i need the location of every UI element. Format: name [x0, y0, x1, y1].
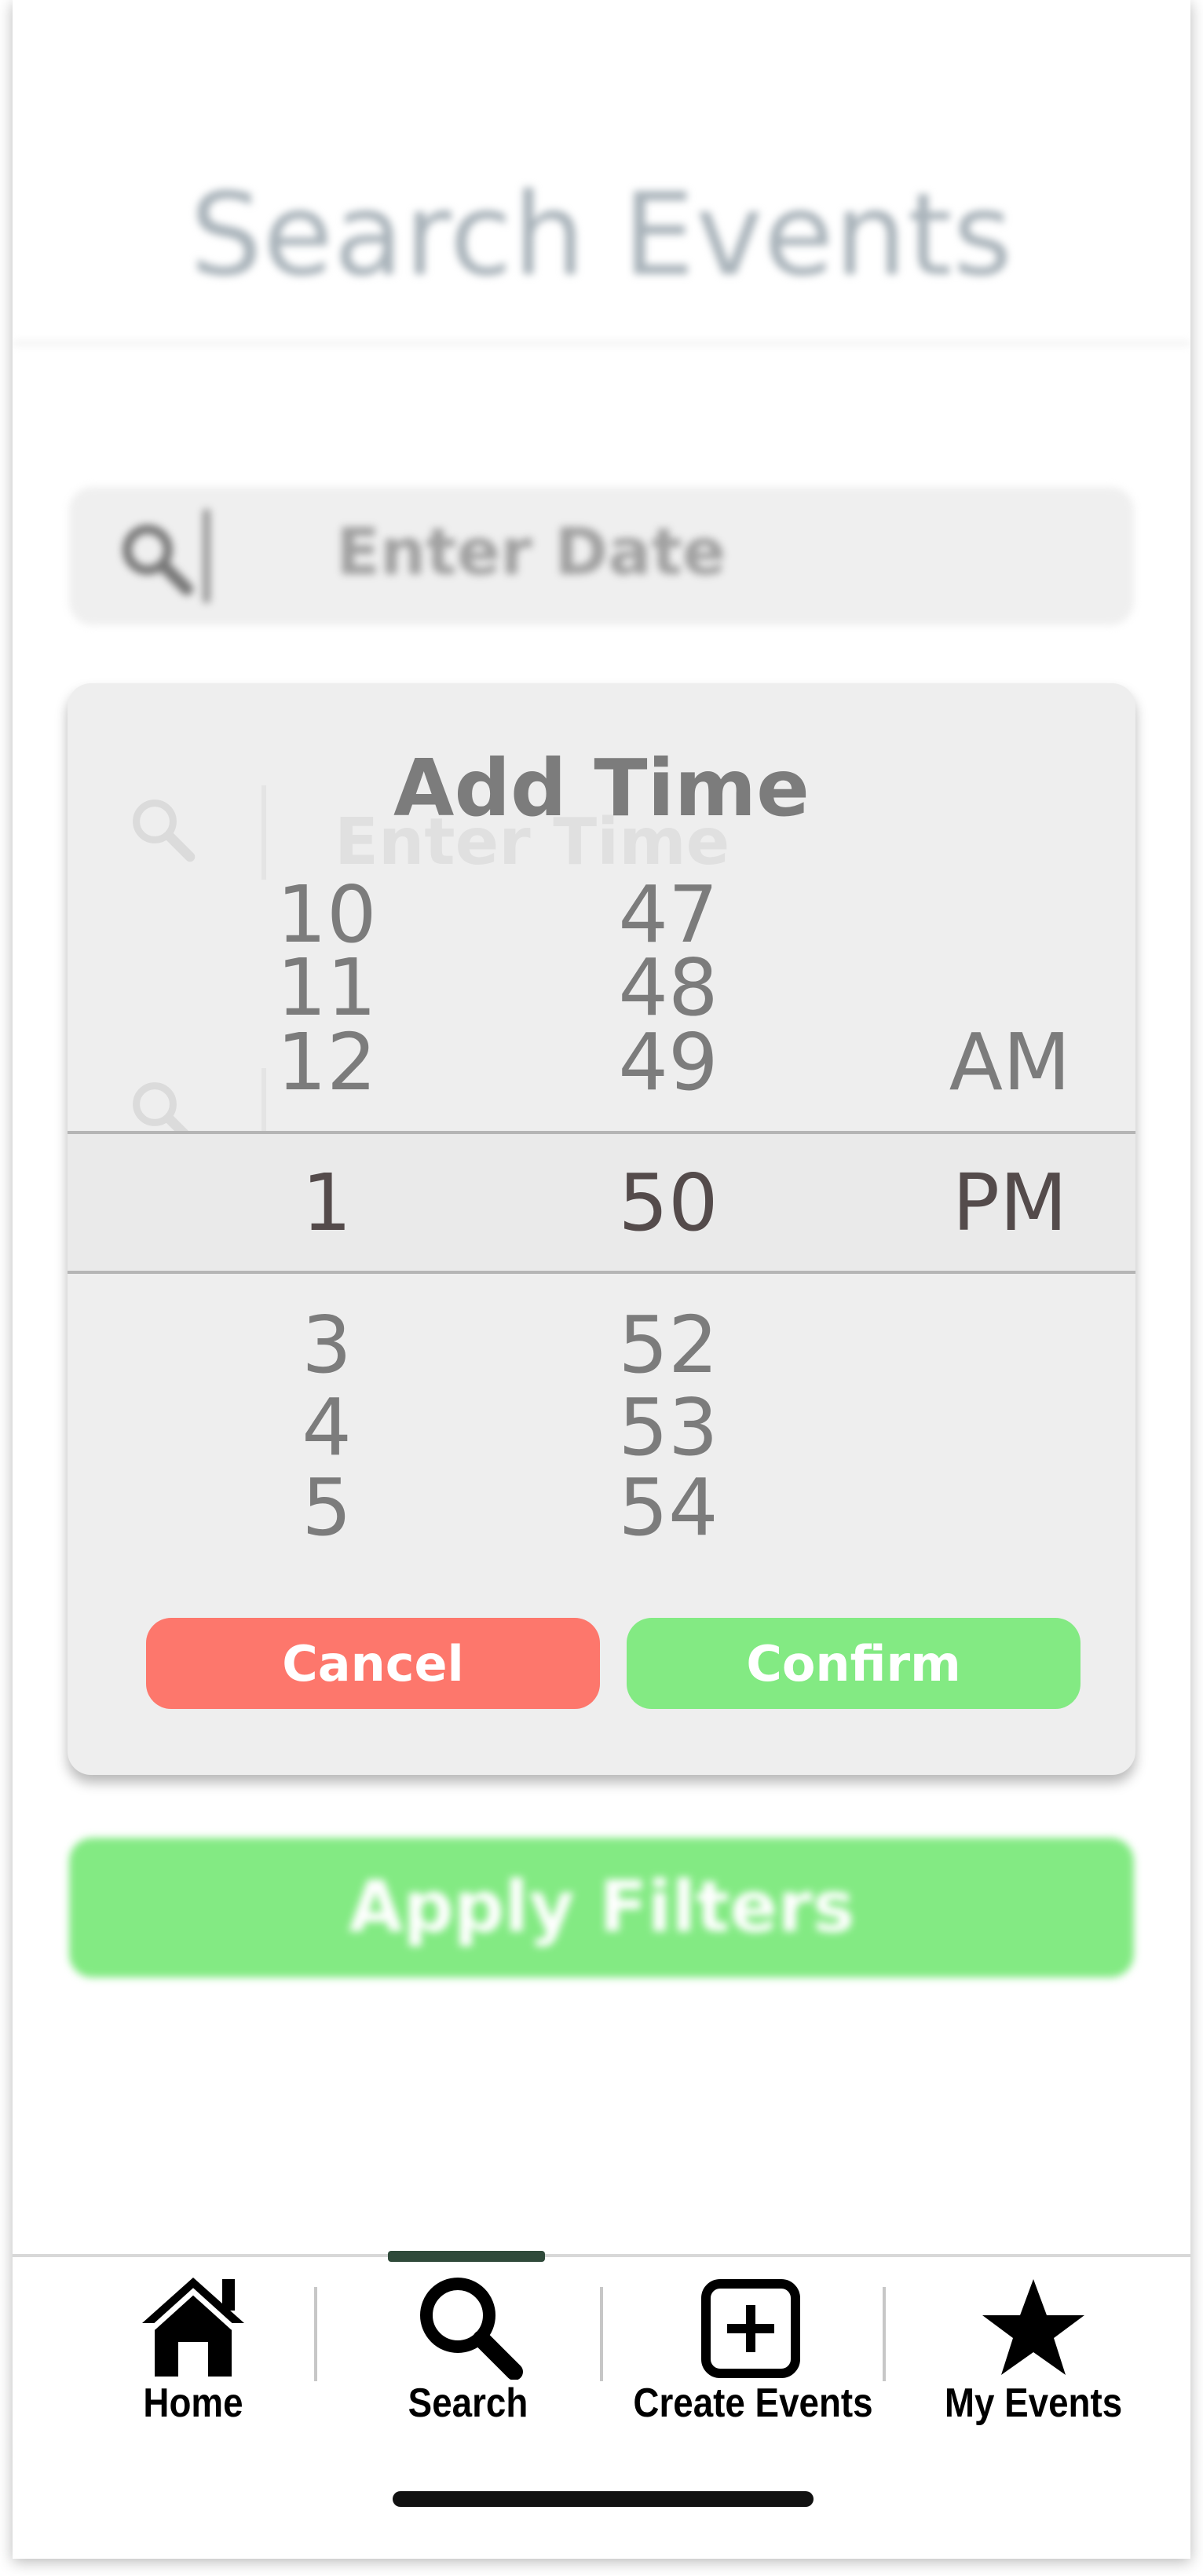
selected-ampm[interactable]: PM — [892, 1164, 1128, 1242]
nav-separator — [314, 2287, 317, 2381]
modal-title: Add Time — [393, 742, 810, 834]
page-title: Search Events — [189, 169, 1014, 302]
home-indicator-bar — [393, 2491, 814, 2507]
nav-separator — [600, 2287, 603, 2381]
active-tab-indicator — [388, 2251, 545, 2262]
search-icon — [420, 2278, 523, 2380]
hour-option[interactable]: 3 — [209, 1306, 444, 1385]
minute-option[interactable]: 49 — [550, 1023, 786, 1102]
hour-option[interactable]: 5 — [209, 1469, 444, 1547]
star-icon — [982, 2279, 1084, 2375]
nav-label: Search — [408, 2380, 528, 2426]
nav-create-events[interactable]: Create Events — [617, 2270, 884, 2466]
nav-label: Home — [143, 2380, 243, 2426]
selected-hour[interactable]: 1 — [209, 1164, 444, 1242]
cancel-button[interactable]: Cancel — [146, 1618, 600, 1709]
home-icon — [142, 2278, 244, 2377]
apply-filters-button[interactable]: Apply Filters — [69, 1838, 1134, 1978]
nav-my-events[interactable]: My Events — [916, 2270, 1151, 2466]
nav-home[interactable]: Home — [107, 2270, 280, 2466]
hour-option[interactable]: 11 — [209, 949, 444, 1027]
nav-search[interactable]: Search — [374, 2270, 562, 2466]
search-icon — [122, 525, 193, 595]
minute-option[interactable]: 52 — [550, 1306, 786, 1385]
hour-option[interactable]: 12 — [209, 1023, 444, 1102]
nav-label: Create Events — [633, 2380, 873, 2426]
minute-option[interactable]: 54 — [550, 1469, 786, 1547]
bottom-nav-divider — [13, 2254, 1190, 2257]
header-divider — [13, 342, 1190, 345]
nav-separator — [883, 2287, 886, 2381]
hour-option[interactable]: 4 — [209, 1389, 444, 1467]
minute-option[interactable]: 53 — [550, 1389, 786, 1467]
field-separator — [203, 509, 210, 603]
date-placeholder: Enter Date — [336, 515, 726, 590]
ampm-option[interactable]: AM — [892, 1023, 1128, 1102]
nav-label: My Events — [944, 2380, 1123, 2426]
date-search-field[interactable]: Enter Date — [69, 487, 1134, 625]
time-picker-modal: Enter Time Add Time 10 11 12 47 48 49 AM… — [68, 683, 1135, 1775]
plus-square-icon — [701, 2279, 800, 2378]
confirm-button[interactable]: Confirm — [627, 1618, 1081, 1709]
selected-minute[interactable]: 50 — [550, 1164, 786, 1242]
minute-option[interactable]: 48 — [550, 949, 786, 1027]
phone-screen: Search Events Enter Date Apply Filters E… — [13, 0, 1190, 2559]
